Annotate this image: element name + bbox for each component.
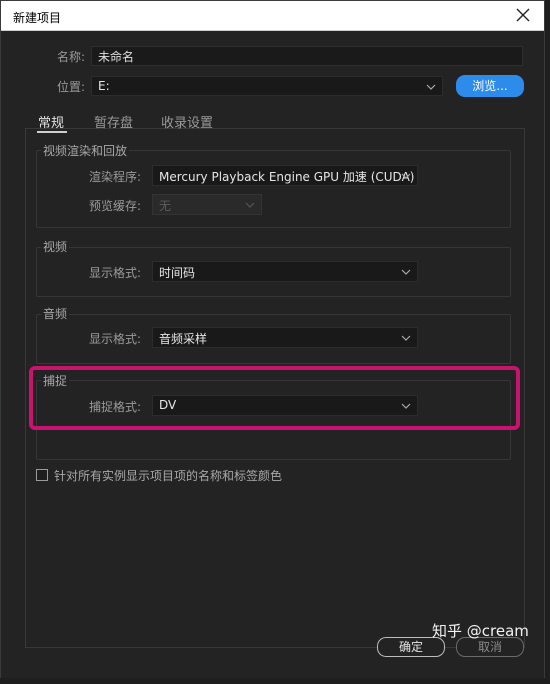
show-name-label-color-label: 针对所有实例显示项目项的名称和标签颜色 (54, 469, 283, 483)
chevron-down-icon (245, 199, 255, 209)
active-tab-indicator (37, 131, 67, 133)
location-value: E: (98, 79, 110, 93)
name-input[interactable]: 未命名 (91, 46, 523, 66)
video-rendering-group (36, 150, 511, 228)
name-label: 名称: (57, 50, 86, 64)
audio-display-format-select[interactable]: 音频采样 (152, 327, 418, 348)
chevron-down-icon (401, 170, 411, 180)
dialog-title: 新建项目 (13, 11, 62, 25)
capture-highlight-box (29, 366, 520, 430)
audio-display-format-value: 音频采样 (159, 332, 208, 346)
video-display-format-label: 显示格式: (89, 266, 142, 280)
new-project-dialog: 新建项目 名称: 未命名 位置: E: 浏览... 常规 暂存盘 收录设置 视频… (0, 0, 545, 678)
close-icon[interactable] (512, 4, 534, 26)
video-display-format-value: 时间码 (159, 266, 196, 280)
tab-scratch-disks[interactable]: 暂存盘 (94, 112, 133, 131)
chevron-down-icon (426, 81, 436, 91)
location-select[interactable]: E: (91, 76, 443, 96)
preview-cache-value: 无 (159, 199, 172, 213)
audio-group-label: 音频 (41, 305, 70, 322)
show-name-label-color-checkbox[interactable] (36, 469, 48, 481)
chevron-down-icon (401, 266, 411, 276)
preview-cache-label: 预览缓存: (89, 199, 142, 213)
location-label: 位置: (57, 80, 86, 94)
tab-general[interactable]: 常规 (38, 112, 64, 131)
title-bar: 新建项目 (1, 1, 544, 31)
tab-ingest-settings[interactable]: 收录设置 (161, 112, 213, 131)
audio-display-format-label: 显示格式: (89, 332, 142, 346)
watermark-text: 知乎 @cream (432, 622, 529, 640)
dialog-body: 名称: 未命名 位置: E: 浏览... 常规 暂存盘 收录设置 视频渲染和回放… (1, 32, 544, 678)
renderer-label: 渲染程序: (89, 170, 142, 184)
video-display-format-select[interactable]: 时间码 (152, 261, 418, 282)
renderer-select[interactable]: Mercury Playback Engine GPU 加速 (CUDA) (152, 165, 418, 186)
browse-button[interactable]: 浏览... (456, 75, 524, 97)
renderer-value: Mercury Playback Engine GPU 加速 (CUDA) (159, 170, 415, 184)
video-group-label: 视频 (41, 238, 70, 255)
chevron-down-icon (401, 332, 411, 342)
video-rendering-group-label: 视频渲染和回放 (41, 142, 130, 159)
preview-cache-select: 无 (152, 194, 262, 215)
